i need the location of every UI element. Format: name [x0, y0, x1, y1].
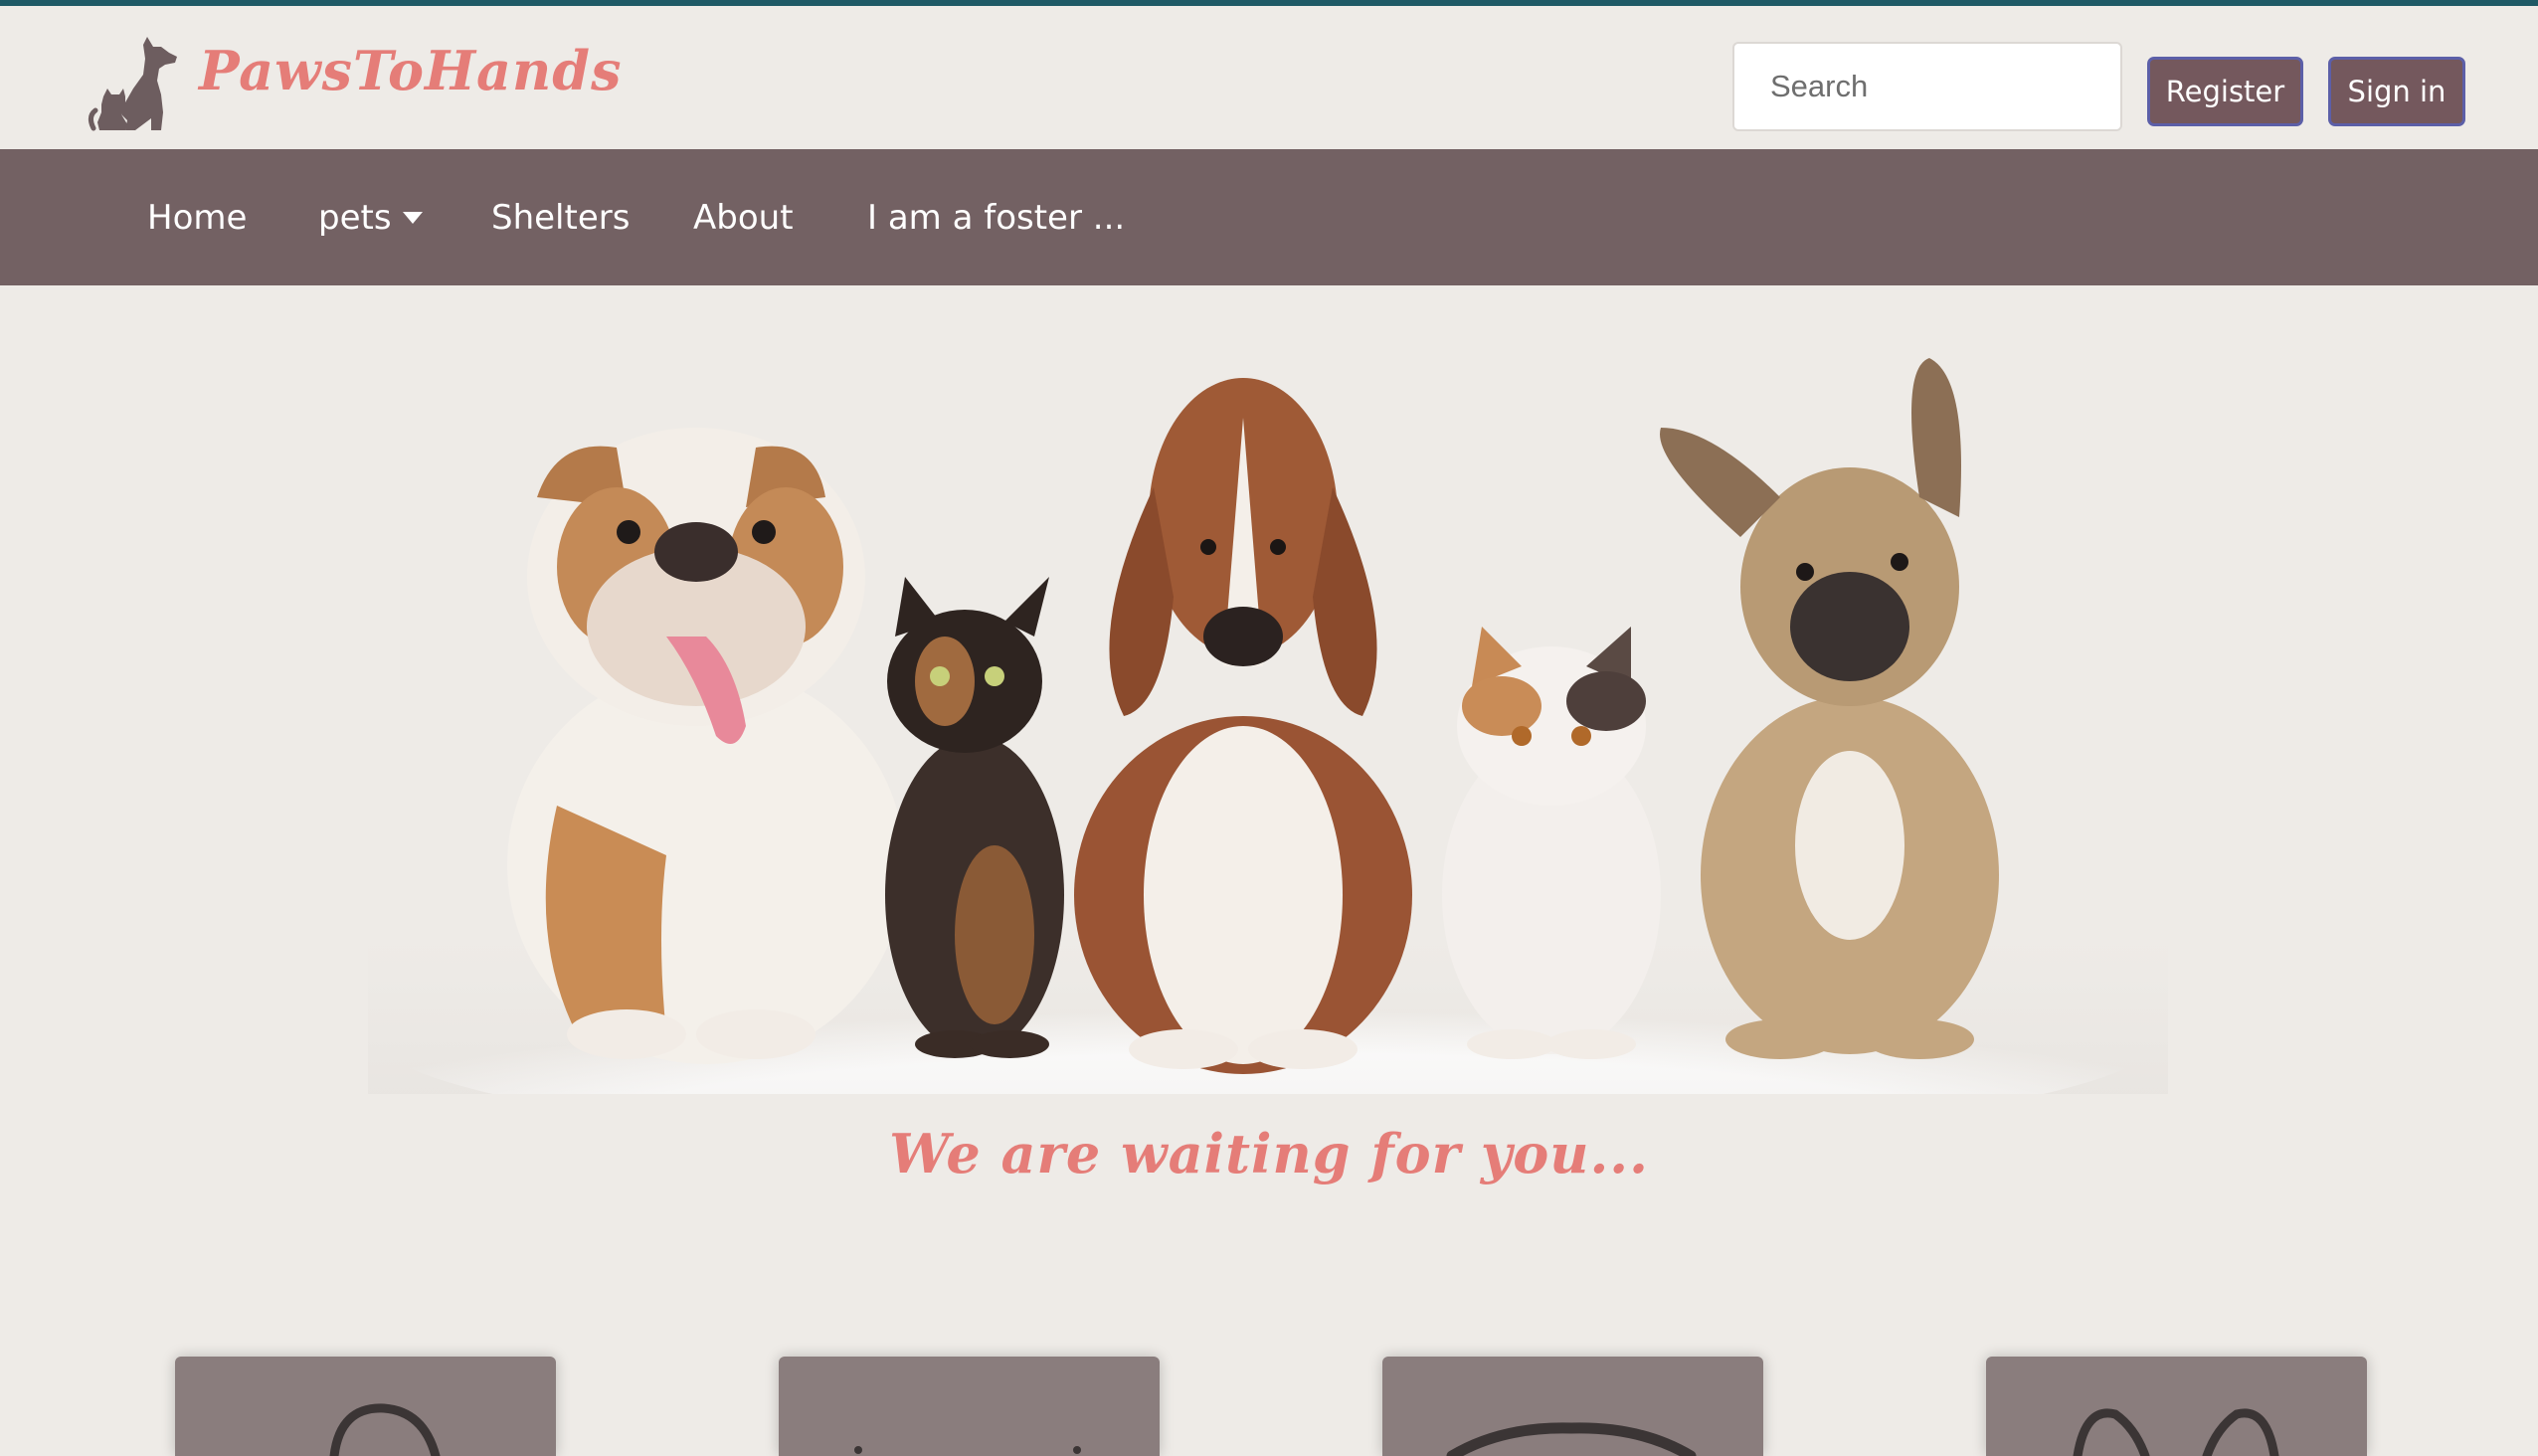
brand-link[interactable]: PawsToHands	[86, 30, 622, 139]
site-header: PawsToHands Register Sign in	[0, 6, 2538, 149]
pet-category-icon-2	[854, 1446, 1081, 1454]
nav-item-about[interactable]: About	[693, 149, 794, 285]
nav-item-shelters[interactable]: Shelters	[491, 149, 630, 285]
bulldog	[507, 428, 905, 1064]
nav-item-label: Home	[147, 197, 248, 238]
hero-image	[368, 338, 2168, 1094]
dog-and-cat-logo-icon	[88, 37, 177, 131]
nav-item-label: About	[693, 197, 794, 238]
pet-category-icon-4	[2073, 1408, 2279, 1456]
basset-hound	[1074, 378, 1412, 1074]
pet-category-icon-3	[1446, 1422, 1697, 1456]
nav-item-label: I am a foster ...	[867, 197, 1126, 238]
sign-in-button[interactable]: Sign in	[2328, 57, 2465, 126]
main-nav: Home pets Shelters About I am a foster .…	[0, 149, 2538, 285]
brand-name: PawsToHands	[199, 39, 623, 102]
category-card[interactable]	[175, 1357, 556, 1456]
nav-item-foster[interactable]: I am a foster ...	[867, 149, 1125, 285]
search-input[interactable]	[1732, 42, 2122, 131]
nav-item-label: pets	[318, 197, 392, 238]
nav-item-home[interactable]: Home	[147, 149, 247, 285]
category-card[interactable]	[1382, 1357, 1763, 1456]
exotic-shorthair-cat	[1442, 627, 1661, 1059]
caret-down-icon	[402, 211, 423, 224]
category-card[interactable]	[1986, 1357, 2367, 1456]
nav-item-label: Shelters	[491, 197, 631, 238]
tortoiseshell-kitten	[885, 577, 1064, 1058]
dogs-and-cats-group-photo	[368, 358, 2168, 1094]
hero-tagline: We are waiting for you...	[889, 1122, 1649, 1185]
register-button[interactable]: Register	[2147, 57, 2303, 126]
pet-category-icon-1	[329, 1403, 441, 1456]
category-card[interactable]	[779, 1357, 1160, 1456]
nav-item-pets-dropdown[interactable]: pets	[318, 149, 424, 285]
